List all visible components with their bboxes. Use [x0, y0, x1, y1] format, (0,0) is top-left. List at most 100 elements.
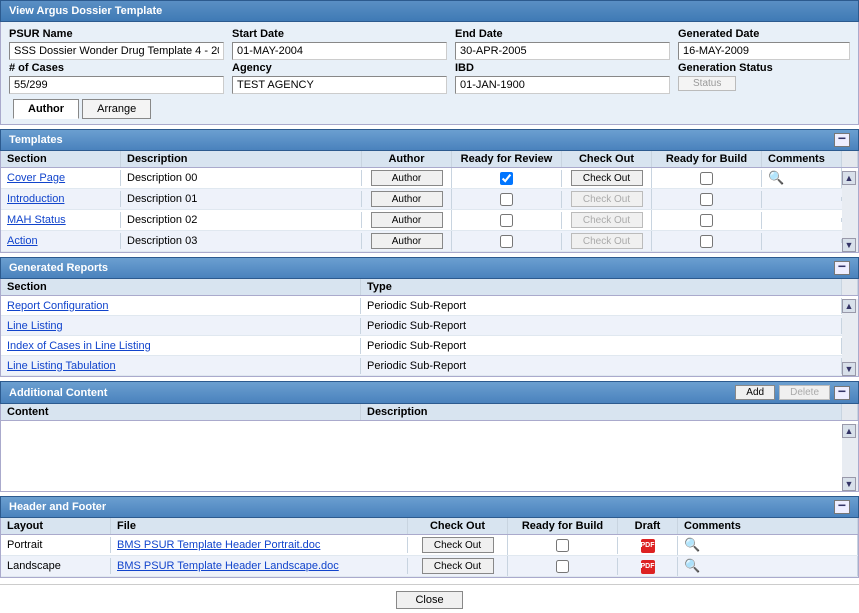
- rfr-checkbox[interactable]: [500, 193, 513, 206]
- footer: Close: [0, 584, 859, 613]
- rfb-checkbox[interactable]: [700, 214, 713, 227]
- end-date-input[interactable]: [455, 42, 670, 60]
- reports-collapse-icon[interactable]: −: [834, 261, 850, 275]
- hf-layout-value: Portrait: [1, 537, 111, 553]
- template-desc: Description 00: [121, 170, 362, 186]
- report-type: Periodic Sub-Report: [361, 358, 842, 374]
- tab-arrange[interactable]: Arrange: [82, 99, 151, 119]
- psur-name-label: PSUR Name: [9, 28, 224, 40]
- agency-label: Agency: [232, 62, 447, 74]
- col-section: Section: [1, 151, 121, 167]
- binoculars-icon[interactable]: 🔍: [768, 170, 784, 185]
- end-date-label: End Date: [455, 28, 670, 40]
- agency-input[interactable]: [232, 76, 447, 94]
- template-link[interactable]: Cover Page: [7, 172, 65, 184]
- hf-collapse-icon[interactable]: −: [834, 500, 850, 514]
- col-layout: Layout: [1, 518, 111, 534]
- pdf-icon[interactable]: PDF: [641, 539, 655, 553]
- report-type: Periodic Sub-Report: [361, 338, 842, 354]
- hf-file-link[interactable]: BMS PSUR Template Header Portrait.doc: [117, 539, 320, 551]
- checkout-button[interactable]: Check Out: [422, 537, 494, 553]
- author-button[interactable]: Author: [371, 212, 443, 228]
- scroll-down-icon[interactable]: ▼: [842, 238, 856, 252]
- rfr-checkbox[interactable]: [500, 172, 513, 185]
- additional-header: Additional Content Add Delete −: [0, 381, 859, 404]
- checkout-button[interactable]: Check Out: [571, 170, 643, 186]
- templates-collapse-icon[interactable]: −: [834, 133, 850, 147]
- additional-title: Additional Content: [9, 387, 107, 399]
- checkout-button: Check Out: [571, 191, 643, 207]
- scroll-up-icon[interactable]: ▲: [842, 299, 856, 313]
- add-button[interactable]: Add: [735, 385, 775, 400]
- author-button[interactable]: Author: [371, 170, 443, 186]
- rfr-checkbox[interactable]: [500, 214, 513, 227]
- start-date-input[interactable]: [232, 42, 447, 60]
- scroll-up-icon[interactable]: ▲: [842, 424, 856, 438]
- scroll-down-icon[interactable]: ▼: [842, 362, 856, 376]
- hf-title: Header and Footer: [9, 501, 106, 513]
- num-cases-label: # of Cases: [9, 62, 224, 74]
- reports-header: Generated Reports −: [0, 257, 859, 279]
- gen-status-button[interactable]: Status: [678, 76, 736, 91]
- rfr-checkbox[interactable]: [500, 235, 513, 248]
- col-check-out: Check Out: [562, 151, 652, 167]
- col-ready-for-review: Ready for Review: [452, 151, 562, 167]
- template-link[interactable]: MAH Status: [7, 214, 66, 226]
- author-button[interactable]: Author: [371, 233, 443, 249]
- additional-body: Content Description ▲ ▼: [0, 404, 859, 492]
- rfb-checkbox[interactable]: [556, 539, 569, 552]
- checkout-button: Check Out: [571, 233, 643, 249]
- col-section: Section: [1, 279, 361, 295]
- col-check-out: Check Out: [408, 518, 508, 534]
- psur-name-input[interactable]: [9, 42, 224, 60]
- report-type: Periodic Sub-Report: [361, 318, 842, 334]
- reports-body: Section Type Report Configuration Period…: [0, 279, 859, 377]
- pdf-icon[interactable]: PDF: [641, 560, 655, 574]
- col-author: Author: [362, 151, 452, 167]
- template-desc: Description 02: [121, 212, 362, 228]
- close-button[interactable]: Close: [396, 591, 462, 609]
- checkout-button: Check Out: [571, 212, 643, 228]
- hf-layout-value: Landscape: [1, 558, 111, 574]
- hf-file-link[interactable]: BMS PSUR Template Header Landscape.doc: [117, 560, 339, 572]
- ibd-label: IBD: [455, 62, 670, 74]
- hf-header: Header and Footer −: [0, 496, 859, 518]
- col-description: Description: [361, 404, 842, 420]
- rfb-checkbox[interactable]: [700, 172, 713, 185]
- generated-date-input[interactable]: [678, 42, 850, 60]
- report-link[interactable]: Report Configuration: [7, 300, 109, 312]
- rfb-checkbox[interactable]: [700, 193, 713, 206]
- generated-date-label: Generated Date: [678, 28, 850, 40]
- ibd-input[interactable]: [455, 76, 670, 94]
- col-ready-for-build: Ready for Build: [652, 151, 762, 167]
- num-cases-input[interactable]: [9, 76, 224, 94]
- templates-header: Templates −: [0, 129, 859, 151]
- col-draft: Draft: [618, 518, 678, 534]
- template-link[interactable]: Introduction: [7, 193, 64, 205]
- col-ready-for-build: Ready for Build: [508, 518, 618, 534]
- header-form: PSUR Name Start Date End Date Generated …: [0, 22, 859, 125]
- binoculars-icon[interactable]: 🔍: [684, 537, 700, 552]
- rfb-checkbox[interactable]: [700, 235, 713, 248]
- reports-title: Generated Reports: [9, 262, 108, 274]
- col-file: File: [111, 518, 408, 534]
- template-link[interactable]: Action: [7, 235, 38, 247]
- template-desc: Description 01: [121, 191, 362, 207]
- tab-author[interactable]: Author: [13, 99, 79, 119]
- templates-title: Templates: [9, 134, 63, 146]
- scroll-up-icon[interactable]: ▲: [842, 171, 856, 185]
- report-link[interactable]: Index of Cases in Line Listing: [7, 340, 151, 352]
- start-date-label: Start Date: [232, 28, 447, 40]
- report-link[interactable]: Line Listing: [7, 320, 63, 332]
- report-link[interactable]: Line Listing Tabulation: [7, 360, 116, 372]
- col-content: Content: [1, 404, 361, 420]
- additional-collapse-icon[interactable]: −: [834, 386, 850, 400]
- report-type: Periodic Sub-Report: [361, 298, 842, 314]
- scroll-down-icon[interactable]: ▼: [842, 477, 856, 491]
- col-comments: Comments: [762, 151, 842, 167]
- checkout-button[interactable]: Check Out: [422, 558, 494, 574]
- gen-status-label: Generation Status: [678, 62, 850, 74]
- col-description: Description: [121, 151, 362, 167]
- author-button[interactable]: Author: [371, 191, 443, 207]
- template-desc: Description 03: [121, 233, 362, 249]
